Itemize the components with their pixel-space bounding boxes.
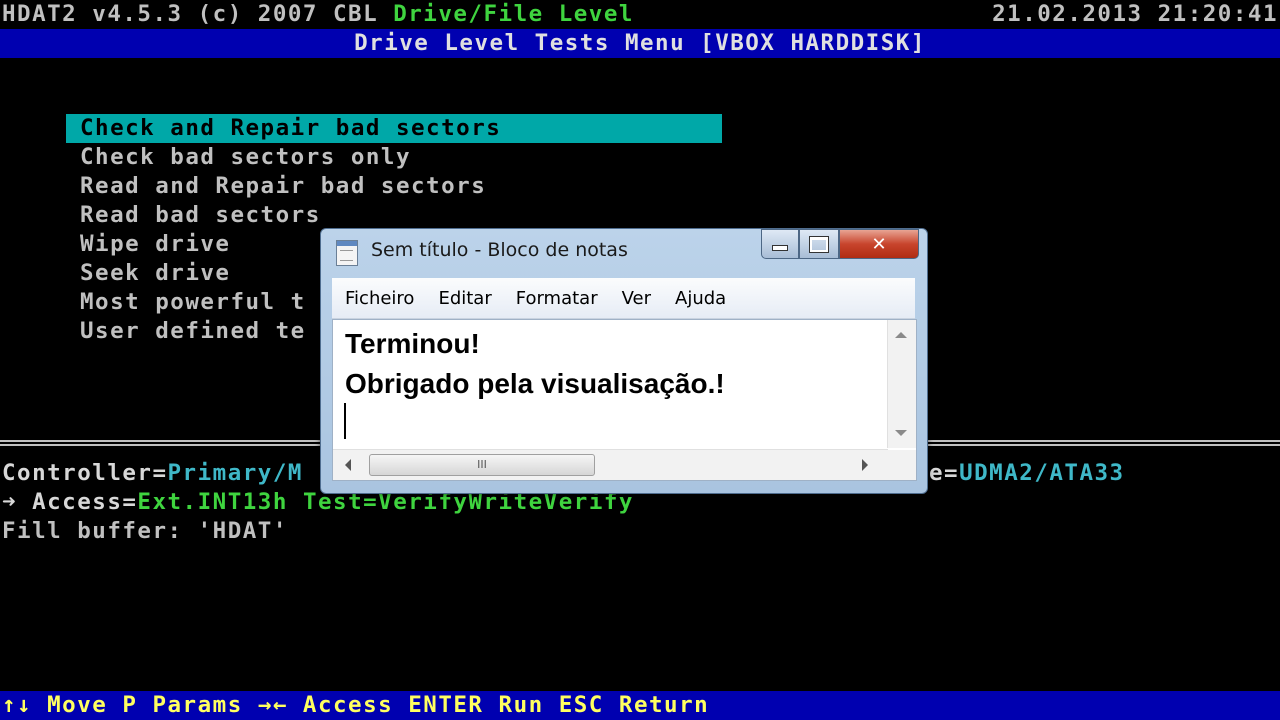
level-label: Drive/File Level [393, 1, 634, 27]
scroll-thumb[interactable]: III [369, 454, 595, 476]
key-help-bar: ↑↓ Move P Params →← Access ENTER Run ESC… [0, 691, 1280, 720]
menu-formatar[interactable]: Formatar [516, 288, 598, 309]
close-button[interactable]: ✕ [839, 229, 919, 259]
menu-item-read-repair[interactable]: Read and Repair bad sectors [66, 172, 722, 201]
text-caret [344, 403, 346, 439]
text-line-1: Terminou! [345, 328, 480, 359]
text-line-2: Obrigado pela visualisação.! [345, 368, 725, 399]
maximize-button[interactable] [799, 229, 839, 259]
minimize-button[interactable] [761, 229, 799, 259]
app-title-text: HDAT2 v4.5.3 (c) 2007 CBL [2, 1, 379, 27]
mode-label: e= [929, 460, 960, 486]
minimize-icon [772, 245, 788, 251]
window-controls: ✕ [761, 229, 919, 259]
scroll-right-icon[interactable] [862, 459, 868, 471]
access-value: Ext.INT13h [137, 489, 288, 515]
datetime: 21.02.2013 21:20:41 [992, 1, 1278, 27]
title-row: HDAT2 v4.5.3 (c) 2007 CBL Drive/File Lev… [0, 0, 1280, 29]
horizontal-scrollbar[interactable]: III [333, 449, 888, 480]
mode-value: UDMA2/ATA33 [959, 460, 1125, 486]
menu-title-bar: Drive Level Tests Menu [VBOX HARDDISK] [0, 29, 1280, 58]
menu-ficheiro[interactable]: Ficheiro [345, 288, 414, 309]
menu-item-check-repair[interactable]: Check and Repair bad sectors [66, 114, 722, 143]
access-label: Access= [32, 489, 138, 515]
menu-editar[interactable]: Editar [438, 288, 491, 309]
menu-item-check-only[interactable]: Check bad sectors only [66, 143, 722, 172]
notepad-icon [336, 240, 358, 266]
menu-ajuda[interactable]: Ajuda [675, 288, 726, 309]
arrow-icon: ➜ [2, 489, 18, 515]
notepad-title: Sem título - Bloco de notas [371, 239, 628, 261]
notepad-window[interactable]: Sem título - Bloco de notas ✕ Ficheiro E… [320, 228, 928, 494]
menu-item-read-bad[interactable]: Read bad sectors [66, 201, 722, 230]
fill-buffer-line: Fill buffer: 'HDAT' [2, 518, 288, 544]
app-title: HDAT2 v4.5.3 (c) 2007 CBL Drive/File Lev… [2, 0, 634, 29]
scroll-down-icon[interactable] [895, 430, 907, 436]
vertical-scrollbar[interactable] [887, 320, 916, 448]
notepad-menubar: Ficheiro Editar Formatar Ver Ajuda [332, 278, 915, 319]
menu-ver[interactable]: Ver [622, 288, 651, 309]
controller-label: Controller= [2, 460, 168, 486]
scroll-up-icon[interactable] [895, 332, 907, 338]
controller-value: Primary/M [167, 460, 303, 486]
scroll-left-icon[interactable] [345, 459, 351, 471]
controller-line: Controller=Primary/M [2, 459, 303, 488]
close-icon: ✕ [871, 233, 887, 255]
text-area[interactable]: Terminou! Obrigado pela visualisação.! I… [332, 319, 917, 481]
resize-grip[interactable] [888, 450, 916, 480]
text-content: Terminou! Obrigado pela visualisação.! [345, 324, 725, 404]
maximize-icon [809, 235, 829, 253]
mode-line: e=UDMA2/ATA33 [929, 459, 1125, 488]
